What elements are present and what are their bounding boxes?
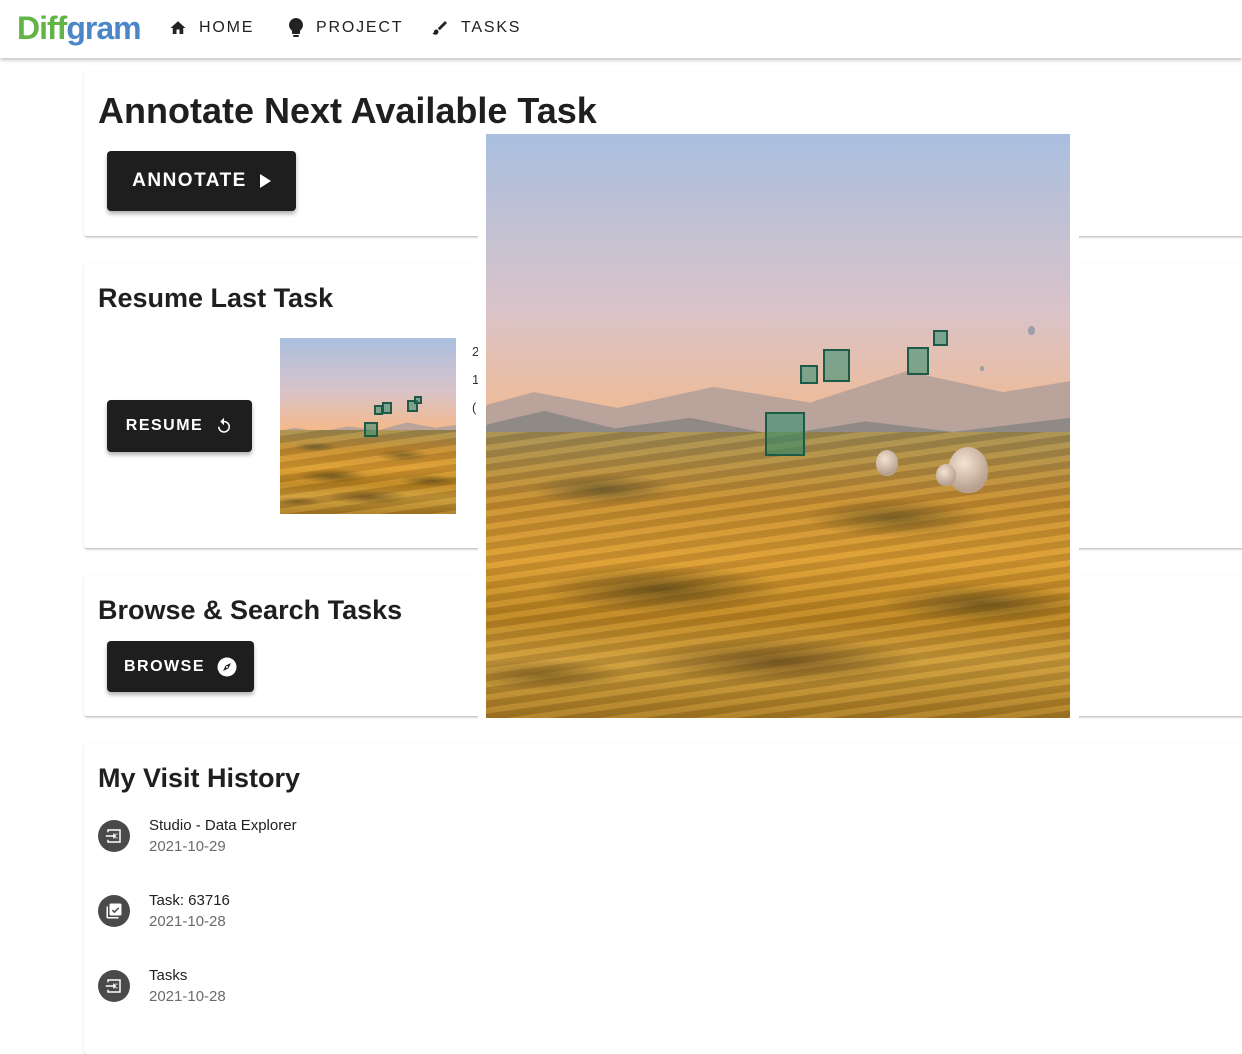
bounding-box [364, 422, 378, 437]
history-title: My Visit History [98, 763, 301, 793]
nav-home[interactable]: HOME [169, 16, 254, 40]
history-item-date: 2021-10-28 [149, 988, 226, 1005]
landscape-image-preview [486, 134, 1070, 718]
browse-button-label: BROWSE [124, 657, 205, 675]
history-item-title: Tasks [149, 967, 188, 984]
cut-text-3: ( [472, 400, 477, 415]
browse-title: Browse & Search Tasks [98, 595, 403, 625]
bounding-box [800, 365, 818, 384]
history-item-date: 2021-10-28 [149, 913, 226, 930]
history-item-date: 2021-10-29 [149, 838, 226, 855]
bounding-box [374, 405, 383, 415]
input-icon [98, 820, 130, 852]
nav-tasks[interactable]: TASKS [431, 16, 521, 40]
diffgram-logo[interactable]: Diffgram [17, 8, 142, 48]
resume-title: Resume Last Task [98, 283, 334, 313]
bounding-box [414, 396, 422, 404]
hot-air-balloon [876, 450, 898, 476]
annotate-button-label: ANNOTATE [132, 170, 247, 191]
image-preview-popup [478, 126, 1079, 726]
annotate-button[interactable]: ANNOTATE [107, 151, 296, 211]
logo-text-gram: gram [66, 10, 141, 46]
brush-icon [432, 21, 447, 35]
play-arrow-icon [259, 174, 271, 188]
library-add-check-icon [98, 895, 130, 927]
compass-icon [217, 657, 237, 676]
history-item[interactable]: Studio - Data Explorer 2021-10-29 [98, 817, 498, 867]
history-item-title: Task: 63716 [149, 892, 230, 909]
bounding-box [907, 347, 929, 375]
input-icon [98, 970, 130, 1002]
valley [280, 429, 456, 514]
lightbulb-icon [289, 18, 303, 37]
hot-air-balloon [980, 366, 984, 371]
history-card: My Visit History Studio - Data Explorer … [84, 744, 1242, 1054]
landscape-image [280, 338, 456, 514]
restore-icon [218, 417, 231, 433]
browse-button[interactable]: BROWSE [107, 641, 254, 692]
logo-text-diff: Diff [17, 10, 67, 46]
top-app-bar: Diffgram HOME PROJECT TASKS [0, 0, 1242, 58]
history-item-title: Studio - Data Explorer [149, 817, 297, 834]
hot-air-balloon [936, 464, 956, 486]
nav-project[interactable]: PROJECT [288, 16, 403, 40]
bounding-box [765, 412, 805, 456]
history-item[interactable]: Tasks 2021-10-28 [98, 967, 498, 1017]
last-task-thumbnail[interactable] [280, 338, 456, 514]
hot-air-balloon [1028, 326, 1035, 335]
resume-button-label: RESUME [125, 417, 204, 434]
home-icon [170, 21, 186, 34]
nav-project-label: PROJECT [316, 19, 404, 36]
bounding-box [382, 402, 392, 414]
bounding-box [823, 349, 850, 382]
history-item[interactable]: Task: 63716 2021-10-28 [98, 892, 498, 942]
nav-tasks-label: TASKS [461, 19, 522, 36]
bounding-box [933, 330, 948, 346]
nav-home-label: HOME [199, 19, 255, 36]
resume-button[interactable]: RESUME [107, 400, 252, 452]
